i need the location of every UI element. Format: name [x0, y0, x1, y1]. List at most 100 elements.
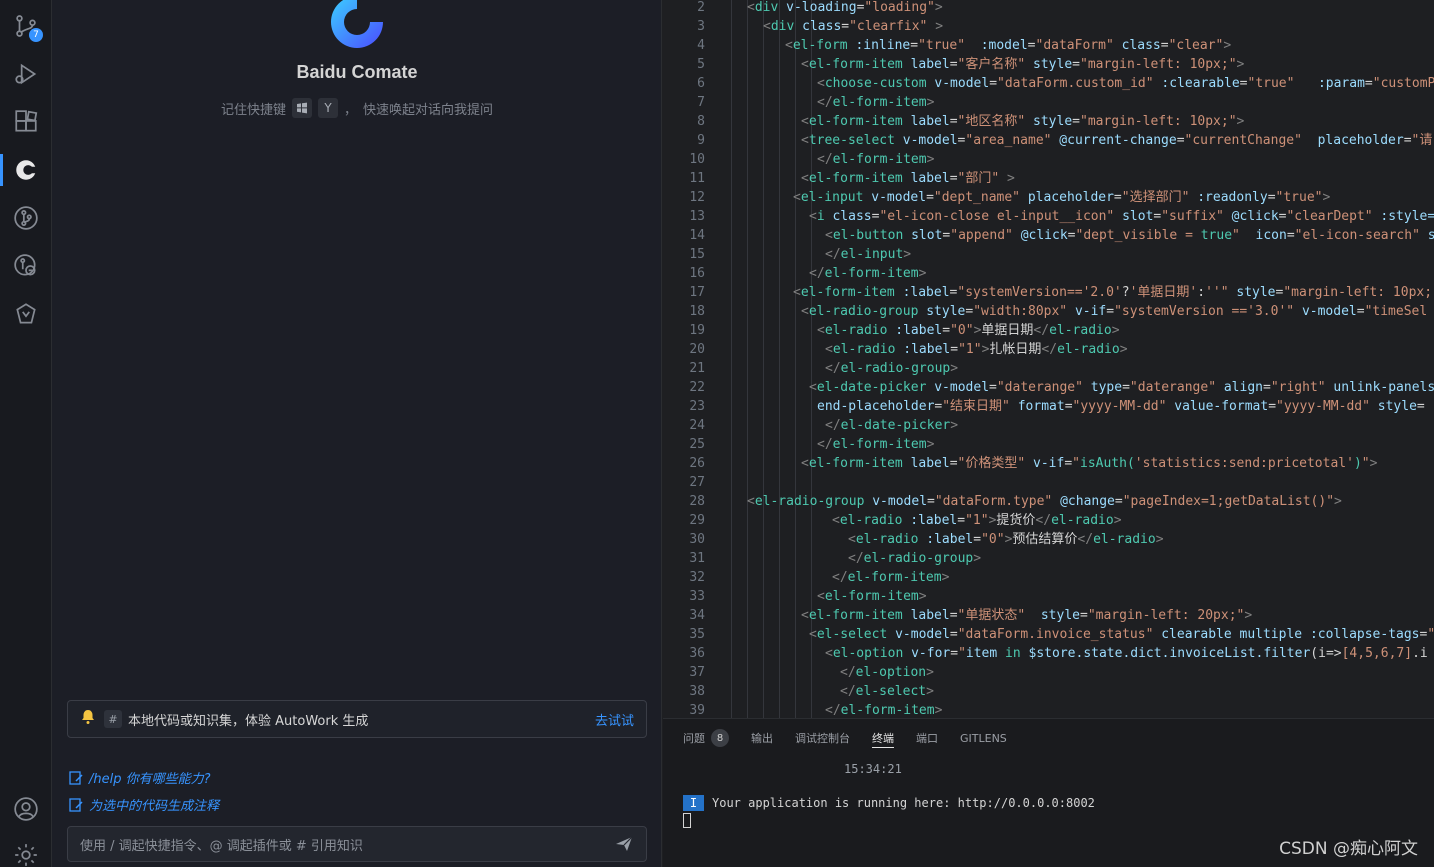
- code-token: =: [1416, 399, 1425, 414]
- code-line[interactable]: 23 end-placeholder="结束日期" format="yyyy-MM…: [663, 397, 1434, 416]
- code-token: in: [1005, 646, 1021, 661]
- code-token: $store.state.dict.invoiceList.filter: [1020, 646, 1311, 661]
- extensions-icon[interactable]: [0, 102, 52, 142]
- settings-icon[interactable]: [0, 835, 52, 867]
- code-line[interactable]: 38 </el-select>: [663, 682, 1434, 701]
- code-line[interactable]: 24 </el-date-picker>: [663, 416, 1434, 435]
- code-token: "1": [958, 342, 982, 357]
- code-line[interactable]: 4 <el-form :inline="true" :model="dataFor…: [663, 36, 1434, 55]
- code-text: <el-button slot="append" @click="dept_vi…: [825, 226, 1434, 245]
- tab-terminal[interactable]: 终端: [872, 728, 894, 748]
- code-token: ": [1286, 304, 1295, 319]
- code-token: =: [942, 323, 951, 338]
- code-token: el-radio: [1051, 513, 1114, 528]
- code-line[interactable]: 26 <el-form-item label="价格类型" v-if="isAut…: [663, 454, 1434, 473]
- code-token: =: [1064, 456, 1073, 471]
- code-token: el-form-item: [840, 703, 935, 718]
- code-line[interactable]: 5 <el-form-item label="客户名称" style="margi…: [663, 55, 1434, 74]
- line-number: 6: [697, 76, 705, 91]
- suggestion-label: /help 你有哪些能力?: [89, 772, 211, 787]
- code-line[interactable]: 27: [663, 473, 1434, 492]
- code-token: >: [934, 703, 943, 718]
- tab-debug-console[interactable]: 调试控制台: [795, 728, 850, 748]
- send-icon[interactable]: [614, 834, 634, 854]
- code-line[interactable]: 9 <tree-select v-model = "area_name" @curre…: [663, 131, 1434, 150]
- code-text: <el-select v-model="dataForm.invoice_sta…: [809, 625, 1434, 644]
- code-line[interactable]: 14 <el-button slot="append" @click="dept_…: [663, 226, 1434, 245]
- code-token: @change: [1052, 494, 1115, 509]
- code-token: </: [817, 95, 833, 110]
- code-token: =: [949, 456, 958, 471]
- code-line[interactable]: 20 <el-radio :label="1">扎帐日期</el-radio>: [663, 340, 1434, 359]
- code-token: <: [785, 38, 793, 53]
- suggestion-comment[interactable]: 为选中的代码生成注释: [69, 795, 219, 814]
- code-text: </el-input>: [825, 245, 911, 264]
- code-token: "right": [1270, 380, 1326, 395]
- code-line[interactable]: 32 </el-form-item>: [663, 568, 1434, 587]
- tab-ports[interactable]: 端口: [916, 728, 938, 748]
- account-icon[interactable]: [0, 789, 52, 829]
- git-graph-icon[interactable]: [0, 198, 52, 238]
- line-number: 15: [689, 247, 705, 262]
- chat-input[interactable]: 使用 / 调起快捷指令、@ 调起插件或 # 引用知识: [67, 826, 647, 862]
- remote-explorer-icon[interactable]: [0, 246, 52, 286]
- code-line[interactable]: 7 </el-form-item>: [663, 93, 1434, 112]
- code-line[interactable]: 12 <el-input v-model="dept_name" placehol…: [663, 188, 1434, 207]
- app-window: 7 Baidu Comate 记住快捷键 Y ， 快速唤起对话向我提问 # 本地…: [0, 0, 1434, 867]
- code-token: <: [801, 57, 809, 72]
- code-token: >: [926, 152, 935, 167]
- code-token: el-form-item: [800, 285, 895, 300]
- code-text: <el-date-picker v-model="daterange" type…: [809, 378, 1434, 397]
- code-token: el-form: [792, 38, 848, 53]
- code-token: >: [927, 19, 944, 34]
- code-token: end-placeholder: [817, 399, 935, 414]
- code-line[interactable]: 21 </el-radio-group>: [663, 359, 1434, 378]
- suggestion-help[interactable]: /help 你有哪些能力?: [69, 768, 211, 787]
- code-token: "dataForm.invoice_status": [957, 627, 1154, 642]
- code-token: v-model: [887, 627, 950, 642]
- tab-problems[interactable]: 问题 8: [683, 728, 729, 748]
- code-line[interactable]: 18 <el-radio-group style = "width:80px" v-i…: [663, 302, 1434, 321]
- code-line[interactable]: 37 </el-option>: [663, 663, 1434, 682]
- try-button[interactable]: 去试试: [595, 710, 634, 729]
- code-token: "clearDept": [1286, 209, 1373, 224]
- code-line[interactable]: 13 <i class="el-icon-close el-input__icon…: [663, 207, 1434, 226]
- code-line[interactable]: 22 <el-date-picker v-model="daterange" ty…: [663, 378, 1434, 397]
- code-line[interactable]: 35 <el-select v-model="dataForm.invoice_s…: [663, 625, 1434, 644]
- code-token: <: [817, 589, 825, 604]
- code-line[interactable]: 39 </el-form-item>: [663, 701, 1434, 718]
- source-control-icon[interactable]: 7: [0, 6, 52, 46]
- gitlens-icon[interactable]: [0, 294, 52, 334]
- code-token: el-form-item: [824, 589, 919, 604]
- code-line[interactable]: 33 <el-form-item>: [663, 587, 1434, 606]
- code-editor[interactable]: 2 <div v-loading="loading"> 3 <div class="c…: [663, 0, 1434, 718]
- code-token: :param: [1294, 76, 1365, 91]
- code-line[interactable]: 6 <choose-custom v-model="dataForm.custom…: [663, 74, 1434, 93]
- code-line[interactable]: 3 <div class="clearfix" >: [663, 17, 1434, 36]
- code-line[interactable]: 11 <el-form-item label="部门" >: [663, 169, 1434, 188]
- line-number: 27: [689, 475, 705, 490]
- code-line[interactable]: 2 <div v-loading="loading">: [663, 0, 1434, 17]
- tab-output[interactable]: 输出: [751, 728, 773, 748]
- code-line[interactable]: 8 <el-form-item label="地区名称" style="margi…: [663, 112, 1434, 131]
- run-debug-icon[interactable]: [0, 54, 52, 94]
- code-line[interactable]: 16 </el-form-item>: [663, 264, 1434, 283]
- code-line[interactable]: 30 <el-radio :label="0">预估结算价</el-radio>: [663, 530, 1434, 549]
- line-number: 39: [689, 703, 705, 718]
- code-line[interactable]: 31 </el-radio-group>: [663, 549, 1434, 568]
- comate-icon[interactable]: [0, 150, 52, 190]
- code-line[interactable]: 36 <el-option v-for="item in $store.state…: [663, 644, 1434, 663]
- tab-gitlens[interactable]: GITLENS: [960, 728, 1007, 748]
- code-line[interactable]: 10 </el-form-item>: [663, 150, 1434, 169]
- code-line[interactable]: 19 <el-radio :label="0">单据日期</el-radio>: [663, 321, 1434, 340]
- code-line[interactable]: 34 <el-form-item label="单据状态" style="marg…: [663, 606, 1434, 625]
- code-token: el-option: [832, 646, 904, 661]
- code-line[interactable]: 29 <el-radio :label="1">提货价</el-radio>: [663, 511, 1434, 530]
- code-line[interactable]: 25 </el-form-item>: [663, 435, 1434, 454]
- code-line[interactable]: 17 <el-form-item :label="systemVersion=='…: [663, 283, 1434, 302]
- code-line[interactable]: 15 </el-input>: [663, 245, 1434, 264]
- code-line[interactable]: 28 <el-radio-group v-model="dataForm.type…: [663, 492, 1434, 511]
- code-token: el-radio: [839, 513, 903, 528]
- code-token: <: [809, 209, 817, 224]
- code-token: el-form-item: [847, 570, 942, 585]
